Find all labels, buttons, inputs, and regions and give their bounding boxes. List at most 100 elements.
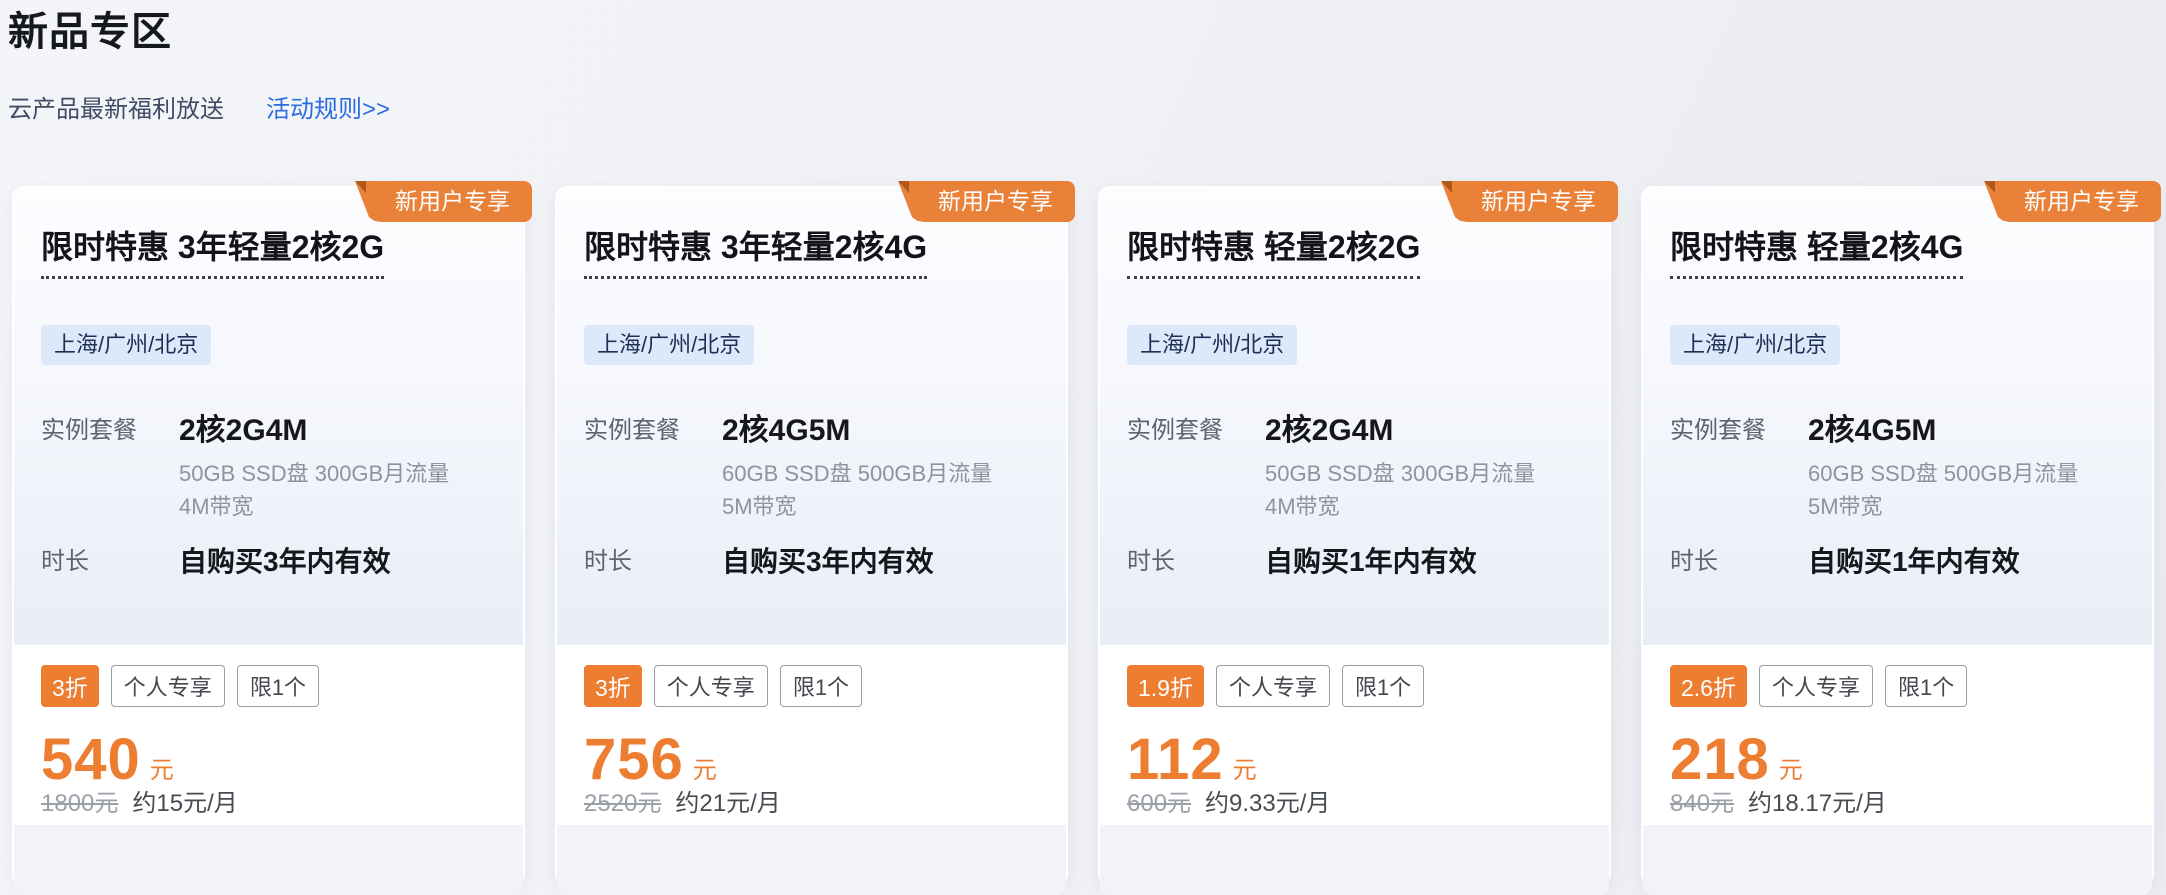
spec-detail-line1: 60GB SSD盘 500GB月流量 (722, 457, 992, 490)
card-title-text: 限时特惠 3年轻量2核2G (41, 230, 384, 279)
price: 218 元 (1670, 731, 2125, 789)
original-price: 600元 (1127, 791, 1191, 817)
new-user-badge: 新用户专享 (1441, 181, 1618, 222)
monthly-price: 约15元/月 (132, 791, 237, 817)
price-unit: 元 (693, 759, 717, 789)
price-number: 756 (584, 731, 684, 789)
personal-exclusive-tag: 个人专享 (1759, 665, 1873, 707)
duration-value: 自购买1年内有效 (1265, 545, 1477, 579)
section-header: 新品专区 云产品最新福利放送 活动规则>> (0, 0, 2166, 124)
price: 540 元 (41, 731, 496, 789)
card-title-text: 限时特惠 3年轻量2核4G (584, 230, 927, 279)
card-footer-strip (1100, 825, 1609, 895)
original-price: 1800元 (41, 791, 118, 817)
original-price: 2520元 (584, 791, 661, 817)
card-price-section: 3折 个人专享 限1个 540 元 1800元 约15元/月 (14, 645, 523, 895)
limit-one-tag: 限1个 (1885, 665, 1967, 707)
activity-rules-link[interactable]: 活动规则>> (266, 96, 390, 124)
limit-one-tag: 限1个 (780, 665, 862, 707)
spec-label: 实例套餐 (1127, 414, 1265, 523)
duration-value: 自购买3年内有效 (722, 545, 934, 579)
card-footer-strip (1643, 825, 2152, 895)
limit-one-tag: 限1个 (237, 665, 319, 707)
new-user-badge: 新用户专享 (1984, 181, 2161, 222)
price-unit: 元 (150, 759, 174, 789)
limit-one-tag: 限1个 (1342, 665, 1424, 707)
personal-exclusive-tag: 个人专享 (654, 665, 768, 707)
card-title: 限时特惠 3年轻量2核4G (584, 230, 1039, 279)
price-number: 112 (1127, 731, 1224, 789)
spec-detail: 50GB SSD盘 300GB月流量 4M带宽 (179, 457, 449, 523)
spec-detail: 50GB SSD盘 300GB月流量 4M带宽 (1265, 457, 1535, 523)
card-price-section: 3折 个人专享 限1个 756 元 2520元 约21元/月 (557, 645, 1066, 895)
spec-detail: 60GB SSD盘 500GB月流量 5M带宽 (1808, 457, 2078, 523)
price-number: 218 (1670, 731, 1770, 789)
card-title: 限时特惠 轻量2核2G (1127, 230, 1582, 279)
monthly-price: 约9.33元/月 (1205, 791, 1330, 817)
spec-detail-line2: 4M带宽 (1265, 490, 1535, 523)
personal-exclusive-tag: 个人专享 (1216, 665, 1330, 707)
spec-detail-line2: 5M带宽 (722, 490, 992, 523)
page-subtitle: 云产品最新福利放送 (8, 96, 224, 124)
monthly-price: 约18.17元/月 (1748, 791, 1887, 817)
card-title-text: 限时特惠 轻量2核2G (1127, 230, 1420, 279)
price-number: 540 (41, 731, 141, 789)
card-price-section: 1.9折 个人专享 限1个 112 元 600元 约9.33元/月 (1100, 645, 1609, 895)
card-info-section: 限时特惠 轻量2核2G 上海/广州/北京 实例套餐 2核2G4M 50GB SS… (1100, 188, 1609, 645)
card-footer-strip (14, 825, 523, 895)
spec-detail-line2: 5M带宽 (1808, 490, 2078, 523)
price: 756 元 (584, 731, 1039, 789)
spec-label: 实例套餐 (584, 414, 722, 523)
card-title: 限时特惠 轻量2核4G (1670, 230, 2125, 279)
spec-detail-line1: 50GB SSD盘 300GB月流量 (179, 457, 449, 490)
new-user-badge-label: 新用户专享 (898, 181, 1075, 222)
region-tag: 上海/广州/北京 (41, 325, 211, 365)
product-card[interactable]: 新用户专享 限时特惠 轻量2核2G 上海/广州/北京 实例套餐 2核2G4M 5… (1098, 186, 1611, 886)
new-user-badge: 新用户专享 (898, 181, 1075, 222)
spec-value: 2核4G5M (1808, 414, 2078, 448)
price: 112 元 (1127, 731, 1582, 789)
spec-label: 实例套餐 (41, 414, 179, 523)
region-tag: 上海/广州/北京 (1670, 325, 1840, 365)
new-user-badge-label: 新用户专享 (1441, 181, 1618, 222)
product-card-row: 新用户专享 限时特惠 3年轻量2核2G 上海/广州/北京 实例套餐 2核2G4M… (12, 186, 2154, 886)
spec-detail-line2: 4M带宽 (179, 490, 449, 523)
personal-exclusive-tag: 个人专享 (111, 665, 225, 707)
region-tag: 上海/广州/北京 (584, 325, 754, 365)
product-card[interactable]: 新用户专享 限时特惠 3年轻量2核2G 上海/广州/北京 实例套餐 2核2G4M… (12, 186, 525, 886)
duration-value: 自购买1年内有效 (1808, 545, 2020, 579)
product-card[interactable]: 新用户专享 限时特惠 3年轻量2核4G 上海/广州/北京 实例套餐 2核4G5M… (555, 186, 1068, 886)
card-info-section: 限时特惠 3年轻量2核4G 上海/广州/北京 实例套餐 2核4G5M 60GB … (557, 188, 1066, 645)
price-unit: 元 (1779, 759, 1803, 789)
spec-detail: 60GB SSD盘 500GB月流量 5M带宽 (722, 457, 992, 523)
new-user-badge-label: 新用户专享 (1984, 181, 2161, 222)
product-card[interactable]: 新用户专享 限时特惠 轻量2核4G 上海/广州/北京 实例套餐 2核4G5M 6… (1641, 186, 2154, 886)
region-tag: 上海/广州/北京 (1127, 325, 1297, 365)
spec-detail-line1: 60GB SSD盘 500GB月流量 (1808, 457, 2078, 490)
page-title: 新品专区 (8, 10, 2166, 54)
spec-detail-line1: 50GB SSD盘 300GB月流量 (1265, 457, 1535, 490)
duration-label: 时长 (41, 545, 179, 579)
discount-badge: 1.9折 (1127, 665, 1204, 707)
duration-label: 时长 (1670, 545, 1808, 579)
spec-value: 2核2G4M (179, 414, 449, 448)
duration-label: 时长 (1127, 545, 1265, 579)
original-price: 840元 (1670, 791, 1734, 817)
new-user-badge: 新用户专享 (355, 181, 532, 222)
card-title: 限时特惠 3年轻量2核2G (41, 230, 496, 279)
card-footer-strip (557, 825, 1066, 895)
duration-value: 自购买3年内有效 (179, 545, 391, 579)
discount-badge: 3折 (41, 665, 99, 707)
duration-label: 时长 (584, 545, 722, 579)
card-info-section: 限时特惠 轻量2核4G 上海/广州/北京 实例套餐 2核4G5M 60GB SS… (1643, 188, 2152, 645)
spec-value: 2核4G5M (722, 414, 992, 448)
price-unit: 元 (1233, 759, 1257, 789)
spec-value: 2核2G4M (1265, 414, 1535, 448)
card-info-section: 限时特惠 3年轻量2核2G 上海/广州/北京 实例套餐 2核2G4M 50GB … (14, 188, 523, 645)
monthly-price: 约21元/月 (675, 791, 780, 817)
discount-badge: 2.6折 (1670, 665, 1747, 707)
discount-badge: 3折 (584, 665, 642, 707)
new-user-badge-label: 新用户专享 (355, 181, 532, 222)
spec-label: 实例套餐 (1670, 414, 1808, 523)
card-price-section: 2.6折 个人专享 限1个 218 元 840元 约18.17元/月 (1643, 645, 2152, 895)
